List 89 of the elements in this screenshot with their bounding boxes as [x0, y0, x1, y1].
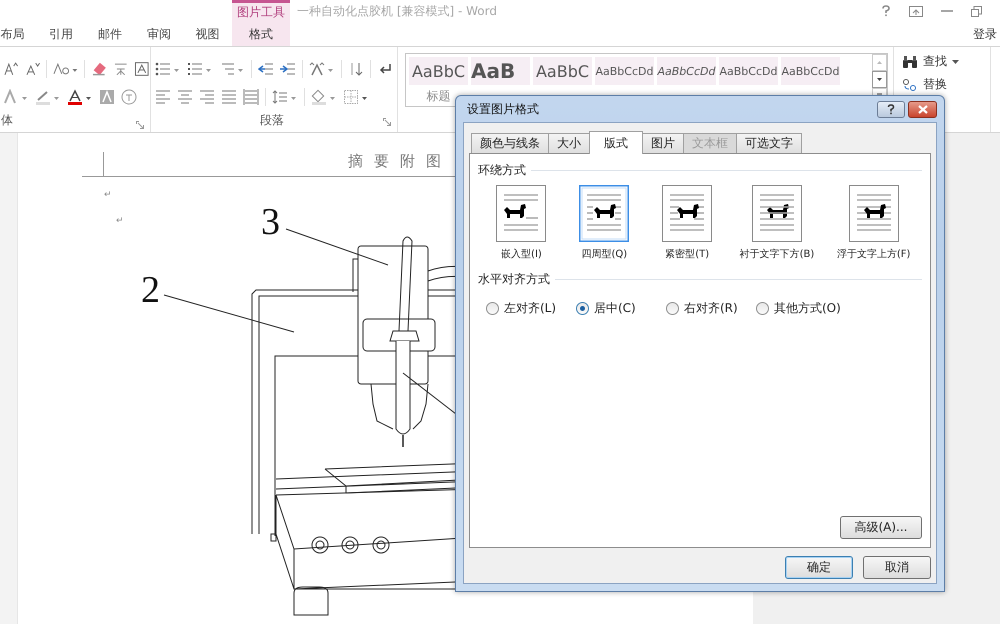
group-label: 段落 [260, 112, 284, 129]
help-icon [887, 104, 895, 114]
group-label: 体 [1, 112, 13, 129]
bullets-icon[interactable] [155, 61, 181, 77]
leader-line [402, 372, 456, 414]
style-sample: AaBbC [533, 57, 592, 85]
align-left-icon[interactable] [155, 89, 171, 105]
scroll-down-icon[interactable] [872, 71, 887, 88]
font-color-icon[interactable] [67, 89, 93, 105]
paragraph-mark: ↵ [104, 189, 113, 201]
radio-option[interactable]: 其他方式(O) [756, 300, 846, 317]
paint-bucket-icon[interactable] [311, 89, 337, 105]
sign-in-link[interactable]: 登录 [973, 26, 997, 42]
dialog-tab[interactable]: 可选文字 [736, 133, 802, 153]
section-heading: 水平对齐方式 [478, 271, 550, 288]
dropdown-caret-icon [952, 60, 959, 64]
wrap-style-option[interactable]: 四周型(Q) [562, 185, 646, 261]
character-border-icon[interactable] [134, 61, 150, 77]
ribbon-display-icon[interactable] [909, 6, 923, 16]
style-preset[interactable]: AaBbCcDd [781, 57, 840, 106]
style-preset[interactable]: AaBbCcDd [657, 57, 716, 106]
dialog-tab[interactable]: 版式 [589, 131, 643, 154]
ribbon-tab[interactable]: 邮件 [86, 22, 134, 46]
style-preset[interactable]: AaBbCcDd [595, 57, 654, 106]
page-header-text: 摘要附图 [348, 152, 453, 171]
ok-button[interactable]: 确定 [785, 556, 853, 579]
style-sample: AaBbCcDd [595, 57, 654, 85]
style-preset[interactable]: AaBbC 标题 [409, 57, 468, 106]
borders-icon[interactable] [343, 89, 369, 105]
section-heading: 环绕方式 [478, 162, 526, 179]
callout-number: 2 [141, 269, 160, 311]
editing-command[interactable]: 替换 [902, 76, 990, 93]
dialog-launcher-icon[interactable] [383, 118, 391, 126]
window-title: 一种自动化点胶机 [兼容模式] - Word [297, 2, 497, 20]
restore-icon[interactable] [971, 6, 982, 16]
dialog-tab[interactable]: 图片 [642, 133, 684, 153]
wrap-style-option[interactable]: 紧密型(T) [646, 185, 729, 261]
style-sample: AaBbC [409, 57, 468, 85]
align-right-icon[interactable] [199, 89, 215, 105]
cancel-button[interactable]: 取消 [863, 556, 931, 579]
ribbon-tab[interactable]: 审阅 [134, 22, 184, 46]
asian-layout-icon[interactable] [309, 61, 335, 77]
shrink-font-icon[interactable] [24, 61, 40, 77]
style-sample: AaB [471, 57, 530, 85]
highlight-icon[interactable] [35, 89, 61, 105]
distributed-icon[interactable] [243, 89, 259, 105]
ribbon-tab[interactable]: 布局 [0, 22, 37, 46]
wrap-style-option[interactable]: 衬于文字下方(B) [728, 185, 826, 261]
replace-icon [902, 78, 918, 92]
editing-command[interactable]: 查找 [902, 53, 990, 70]
align-center-icon[interactable] [177, 89, 193, 105]
phonetic-guide-icon[interactable] [112, 61, 128, 77]
text-effect-icon[interactable] [3, 89, 29, 105]
style-sample: AaBbCcDd [781, 57, 840, 85]
dialog-tab[interactable]: 大小 [548, 133, 590, 153]
wrap-style-option[interactable]: 浮于文字上方(F) [825, 185, 922, 261]
radio-option[interactable]: 居中(C) [576, 300, 666, 317]
dialog-tab[interactable]: 颜色与线条 [471, 133, 549, 153]
binoculars-icon [902, 54, 918, 68]
decrease-indent-icon[interactable] [258, 61, 274, 77]
radio-option[interactable]: 右对齐(R) [666, 300, 756, 317]
ribbon-tab[interactable]: 视图 [183, 22, 232, 46]
eraser-icon[interactable] [91, 61, 107, 77]
style-preset[interactable]: AaBbCcDd [719, 57, 778, 106]
enclosed-character-icon[interactable] [121, 89, 137, 105]
paragraph-mark: ↵ [116, 215, 125, 227]
change-case-icon[interactable] [53, 61, 78, 77]
radio-option[interactable]: 左对齐(L) [486, 300, 576, 317]
style-sample: AaBbCcDd [657, 57, 716, 85]
advanced-button[interactable]: 高级(A)... [840, 516, 922, 539]
increase-indent-icon[interactable] [280, 61, 296, 77]
contextual-tab-header: 图片工具 [237, 4, 285, 21]
close-icon [918, 104, 928, 114]
ribbon-tab[interactable]: 引用 [36, 22, 86, 46]
wrap-style-option[interactable]: 嵌入型(I) [480, 185, 563, 261]
help-icon[interactable] [881, 5, 891, 17]
dialog-launcher-icon[interactable] [136, 121, 144, 129]
help-button[interactable] [877, 100, 905, 118]
style-name: 标题 [426, 88, 450, 105]
close-button[interactable] [908, 100, 937, 118]
numbering-icon[interactable] [187, 61, 213, 77]
character-shading-icon[interactable] [99, 89, 115, 105]
justify-icon[interactable] [221, 89, 237, 105]
style-sample: AaBbCcDd [719, 57, 778, 85]
callout-number: 3 [261, 201, 280, 243]
multilevel-list-icon[interactable] [219, 61, 245, 77]
line-spacing-icon[interactable] [272, 89, 298, 105]
grow-font-icon[interactable] [3, 61, 19, 77]
dialog-title: 设置图片格式 [467, 100, 539, 118]
